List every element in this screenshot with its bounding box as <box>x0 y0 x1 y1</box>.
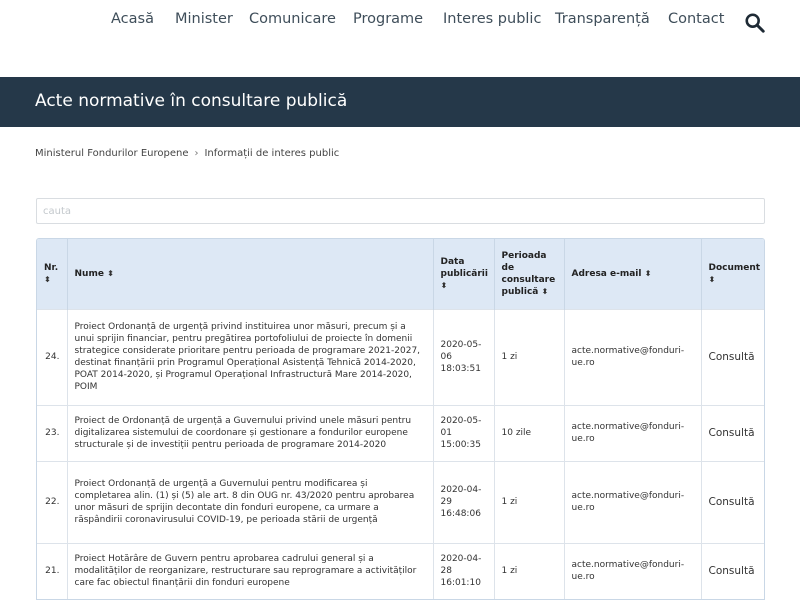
table-row: 21. Proiect Hotărâre de Guvern pentru ap… <box>37 542 764 599</box>
sort-icon[interactable]: ⬍ <box>107 269 114 278</box>
breadcrumb-current: Informații de interes public <box>204 148 340 159</box>
row-period: 10 zile <box>494 404 565 461</box>
page-title: Acte normative în consultare publică <box>35 91 348 111</box>
nav-item-comunicare[interactable]: Comunicare <box>249 11 336 27</box>
search-icon[interactable] <box>744 12 766 34</box>
column-label-document: Document <box>708 262 761 273</box>
sort-icon[interactable]: ⬍ <box>709 275 716 284</box>
page-header-banner: Acte normative în consultare publică <box>0 77 800 127</box>
row-number: 22. <box>37 460 68 543</box>
row-date: 2020-04-29 16:48:06 <box>433 460 495 543</box>
column-header-nr[interactable]: Nr. ⬍ <box>37 239 68 309</box>
column-label-data: Data publicării <box>440 256 488 279</box>
nav-item-programe[interactable]: Programe <box>353 11 423 27</box>
column-label-nr: Nr. <box>44 262 59 273</box>
row-title: Proiect Hotărâre de Guvern pentru aproba… <box>67 542 434 599</box>
row-title: Proiect de Ordonanță de urgență a Guvern… <box>67 404 434 461</box>
column-header-data[interactable]: Data publicării ⬍ <box>433 239 495 309</box>
breadcrumb-separator: › <box>194 148 199 159</box>
row-period: 1 zi <box>494 308 565 405</box>
row-email: acte.normative@fonduri-ue.ro <box>564 404 702 461</box>
nav-item-contact[interactable]: Contact <box>668 11 724 27</box>
nav-item-interes-public[interactable]: Interes public <box>443 11 541 27</box>
consult-link[interactable]: Consultă <box>701 308 764 405</box>
row-number: 21. <box>37 542 68 599</box>
row-date: 2020-05-06 18:03:51 <box>433 308 495 405</box>
search-input[interactable] <box>36 198 765 224</box>
nav-item-minister[interactable]: Minister <box>175 11 233 27</box>
table-row: 22. Proiect Ordonanță de urgență a Guver… <box>37 460 764 543</box>
table-row: 24. Proiect Ordonanță de urgență privind… <box>37 308 764 405</box>
consult-link[interactable]: Consultă <box>701 404 764 461</box>
consultation-table: Nr. ⬍ Nume ⬍ Data publicării ⬍ Perioada de… <box>36 238 765 600</box>
sort-icon[interactable]: ⬍ <box>645 269 652 278</box>
column-label-email: Adresa e-mail <box>571 268 642 279</box>
row-period: 1 zi <box>494 460 565 543</box>
table-header-row: Nr. ⬍ Nume ⬍ Data publicării ⬍ Perioada de… <box>37 239 764 309</box>
column-label-nume: Nume <box>74 268 104 279</box>
row-date: 2020-05-01 15:00:35 <box>433 404 495 461</box>
breadcrumb: Ministerul Fondurilor Europene › Informați… <box>35 148 339 159</box>
top-navigation: Acasă Minister Comunicare Programe Inter… <box>0 0 800 58</box>
sort-icon[interactable]: ⬍ <box>441 281 448 290</box>
row-title: Proiect Ordonanță de urgență privind ins… <box>67 308 434 405</box>
row-number: 24. <box>37 308 68 405</box>
column-header-document[interactable]: Document ⬍ <box>701 239 764 309</box>
breadcrumb-home-link[interactable]: Ministerul Fondurilor Europene <box>35 148 188 159</box>
table-row: 23. Proiect de Ordonanță de urgență a Gu… <box>37 404 764 461</box>
column-header-nume[interactable]: Nume ⬍ <box>67 239 434 309</box>
row-date: 2020-04-28 16:01:10 <box>433 542 495 599</box>
row-title: Proiect Ordonanță de urgență a Guvernulu… <box>67 460 434 543</box>
nav-item-transparenta[interactable]: Transparență <box>555 11 650 27</box>
row-email: acte.normative@fonduri-ue.ro <box>564 308 702 405</box>
row-period: 1 zi <box>494 542 565 599</box>
column-header-perioada[interactable]: Perioada de consultare publică ⬍ <box>494 239 565 309</box>
column-header-email[interactable]: Adresa e-mail ⬍ <box>564 239 702 309</box>
row-number: 23. <box>37 404 68 461</box>
sort-icon[interactable]: ⬍ <box>44 275 51 284</box>
row-email: acte.normative@fonduri-ue.ro <box>564 542 702 599</box>
row-email: acte.normative@fonduri-ue.ro <box>564 460 702 543</box>
consult-link[interactable]: Consultă <box>701 542 764 599</box>
sort-icon[interactable]: ⬍ <box>542 287 549 296</box>
nav-item-acasa[interactable]: Acasă <box>111 11 154 27</box>
consult-link[interactable]: Consultă <box>701 460 764 543</box>
